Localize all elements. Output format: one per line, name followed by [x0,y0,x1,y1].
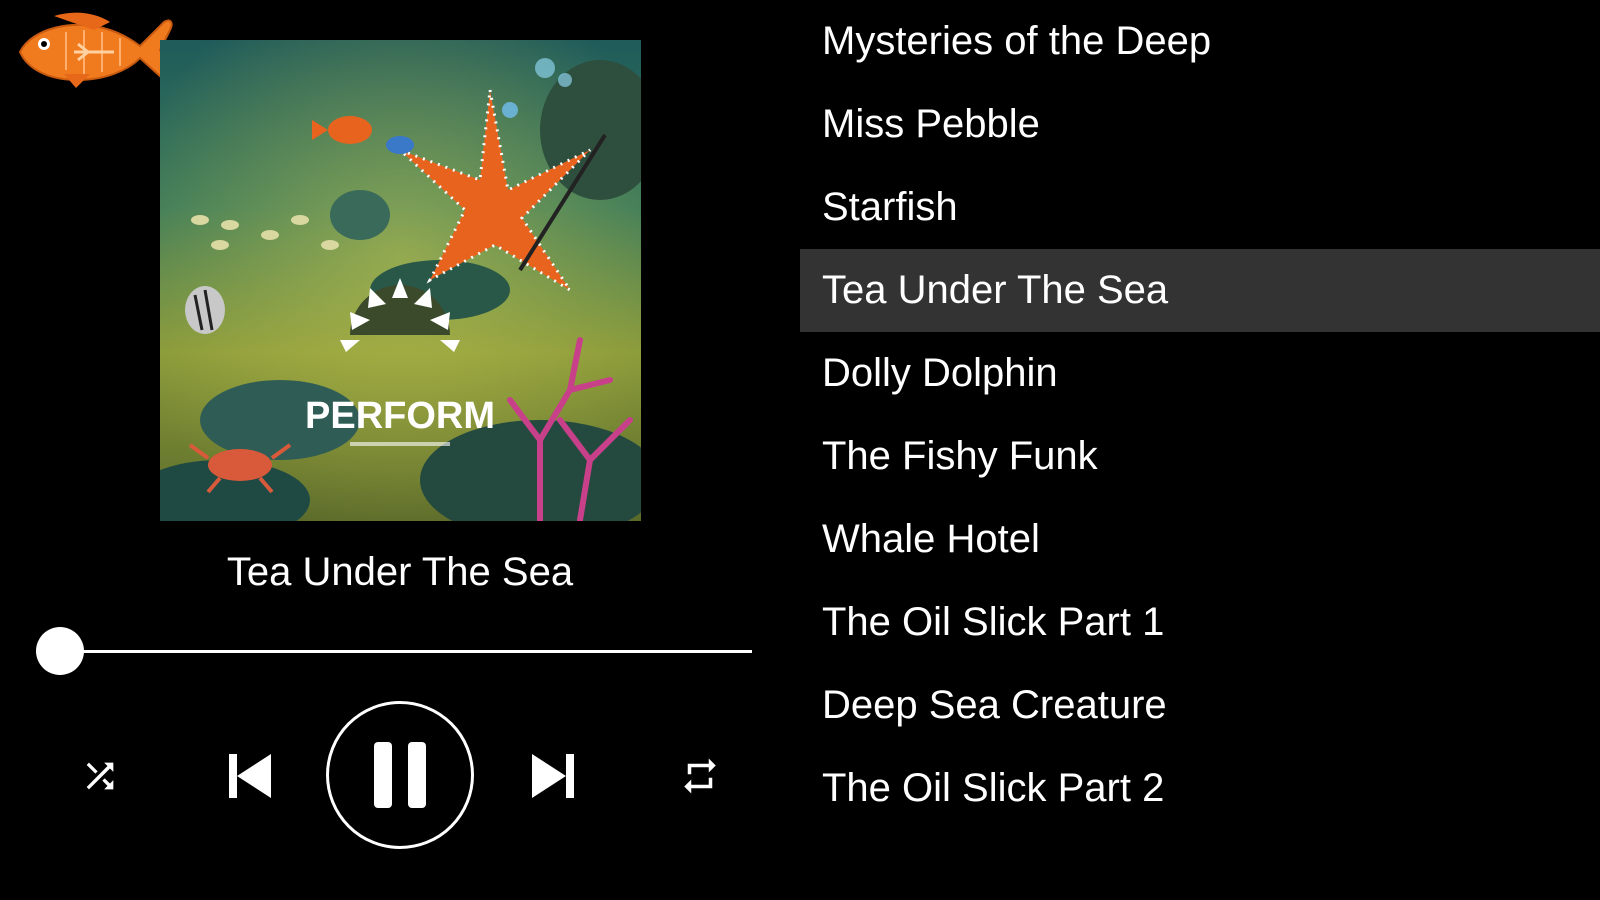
play-pause-button[interactable] [326,701,474,849]
progress-slider[interactable] [36,626,752,676]
playlist-item[interactable]: Whale Hotel [800,498,1600,581]
shuffle-icon [86,762,114,790]
skip-previous-icon [229,754,271,798]
next-track-button[interactable] [526,748,578,804]
pause-icon [374,742,426,808]
album-art-label: PERFORM [305,395,495,437]
playlist-item[interactable]: The Oil Slick Part 2 [800,747,1600,830]
playlist-item[interactable]: Tea Under The Sea [800,249,1600,332]
repeat-icon [684,758,716,794]
playlist-item[interactable]: The Oil Slick Part 1 [800,581,1600,664]
music-player-app: PERFORM Tea Under The Sea Mysteries of t… [0,0,1600,900]
playlist-item[interactable]: Miss Pebble [800,83,1600,166]
repeat-button[interactable] [676,752,724,800]
progress-handle[interactable] [36,627,84,675]
skip-next-icon [532,754,574,798]
album-art: PERFORM [160,40,641,521]
playlist-item[interactable]: Deep Sea Creature [800,664,1600,747]
fish-logo-icon[interactable] [14,8,174,90]
previous-track-button[interactable] [225,748,277,804]
playlist-item[interactable]: The Fishy Funk [800,415,1600,498]
playlist: Mysteries of the Deep Miss Pebble Starfi… [800,0,1600,830]
playlist-item[interactable]: Mysteries of the Deep [800,0,1600,83]
playlist-item[interactable]: Dolly Dolphin [800,332,1600,415]
now-playing-title: Tea Under The Sea [226,550,574,594]
playlist-item[interactable]: Starfish [800,166,1600,249]
progress-track[interactable] [60,650,752,653]
shuffle-button[interactable] [76,752,124,800]
